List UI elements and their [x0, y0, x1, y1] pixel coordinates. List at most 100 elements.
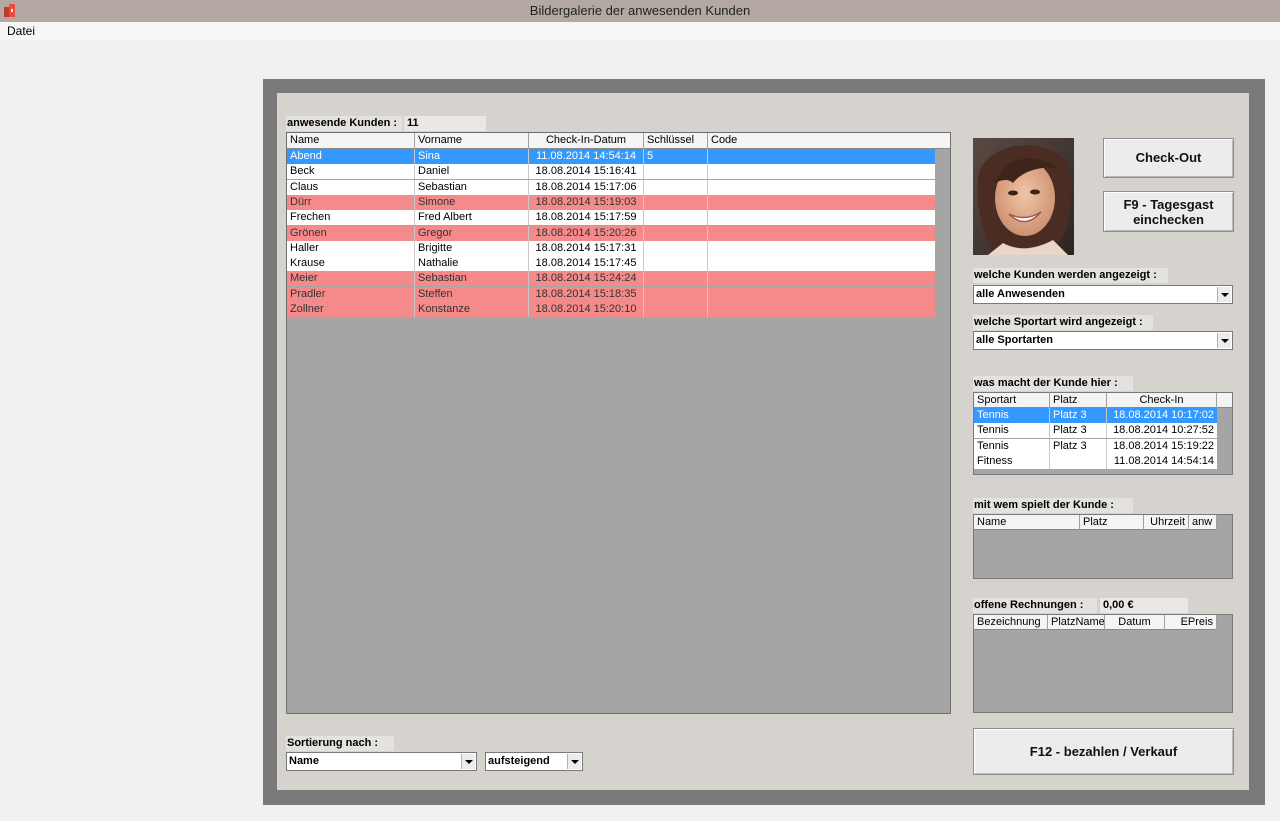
col-invoice-price[interactable]: EPreis: [1165, 615, 1217, 630]
chevron-down-icon[interactable]: [567, 754, 581, 769]
sort-field-select[interactable]: Name: [286, 752, 477, 771]
partners-grid[interactable]: Name Platz Uhrzeit anw: [973, 514, 1233, 579]
col-partner-platz[interactable]: Platz: [1080, 515, 1144, 530]
cell-checkin: 11.08.2014 14:54:14: [529, 149, 644, 164]
cell-vorname: Brigitte: [415, 240, 529, 256]
cell-vorname: Konstanze: [415, 302, 529, 317]
col-partner-name[interactable]: Name: [974, 515, 1080, 530]
col-invoice-court[interactable]: PlatzName: [1048, 615, 1105, 630]
col-invoice-date[interactable]: Datum: [1105, 615, 1165, 630]
cell-sport: Tennis: [974, 408, 1050, 423]
cell-key: [644, 164, 708, 180]
sport-filter-label: welche Sportart wird angezeigt :: [973, 315, 1153, 330]
cell-vorname: Steffen: [415, 286, 529, 302]
sort-direction-value: aufsteigend: [488, 755, 550, 767]
customer-grid-header: Name Vorname Check-In-Datum Schlüssel Co…: [287, 133, 950, 149]
table-row[interactable]: Zollner Konstanze 18.08.2014 15:20:10: [287, 302, 935, 317]
cell-key: [644, 302, 708, 317]
col-key[interactable]: Schlüssel: [644, 133, 708, 149]
table-row[interactable]: Meier Sebastian 18.08.2014 15:24:24: [287, 271, 935, 287]
cell-checkin: 18.08.2014 15:17:45: [529, 256, 644, 272]
customer-filter-label: welche Kunden werden angezeigt :: [973, 268, 1168, 283]
checkout-button[interactable]: Check-Out: [1103, 138, 1234, 178]
cell-key: [644, 271, 708, 287]
list-item[interactable]: Tennis Platz 3 18.08.2014 10:17:02: [974, 408, 1217, 423]
sport-filter-select[interactable]: alle Sportarten: [973, 331, 1233, 350]
sorting-label: Sortierung nach :: [286, 736, 394, 751]
cell-key: [644, 210, 708, 226]
col-code[interactable]: Code: [708, 133, 935, 149]
cell-vorname: Simone: [415, 194, 529, 210]
cell-code: [708, 302, 935, 317]
cell-code: [708, 149, 935, 164]
cell-checkin: 18.08.2014 15:18:35: [529, 286, 644, 302]
col-name[interactable]: Name: [287, 133, 415, 149]
col-sport[interactable]: Sportart: [974, 393, 1050, 408]
cell-checkin: 18.08.2014 15:17:06: [529, 179, 644, 195]
activity-grid[interactable]: Sportart Platz Check-In Tennis Platz 3 18.…: [973, 392, 1233, 475]
chevron-down-icon[interactable]: [1217, 333, 1231, 348]
pay-button[interactable]: F12 - bezahlen / Verkauf: [973, 728, 1234, 775]
col-partner-time[interactable]: Uhrzeit: [1144, 515, 1189, 530]
chevron-down-icon[interactable]: [461, 754, 475, 769]
window-title: Bildergalerie der anwesenden Kunden: [529, 3, 751, 18]
customer-filter-value: alle Anwesenden: [976, 288, 1065, 300]
menu-bar: Datei: [0, 22, 1280, 40]
activity-label: was macht der Kunde hier :: [973, 376, 1133, 391]
sport-filter-value: alle Sportarten: [976, 334, 1054, 346]
table-row[interactable]: Pradler Steffen 18.08.2014 15:18:35: [287, 286, 935, 302]
table-row[interactable]: Beck Daniel 18.08.2014 15:16:41: [287, 164, 935, 180]
table-row[interactable]: Claus Sebastian 18.08.2014 15:17:06: [287, 179, 935, 195]
cell-vorname: Sebastian: [415, 271, 529, 287]
table-row[interactable]: Krause Nathalie 18.08.2014 15:17:45: [287, 256, 935, 272]
list-item[interactable]: Tennis Platz 3 18.08.2014 10:27:52: [974, 423, 1217, 439]
col-platz[interactable]: Platz: [1050, 393, 1107, 408]
cell-platz: Platz 3: [1050, 438, 1107, 454]
table-row[interactable]: Grönen Gregor 18.08.2014 15:20:26: [287, 225, 935, 241]
cell-sport: Tennis: [974, 438, 1050, 454]
table-row[interactable]: Abend Sina 11.08.2014 14:54:14 5: [287, 149, 935, 164]
cell-checkin: 18.08.2014 15:20:10: [529, 302, 644, 317]
title-bar: Bildergalerie der anwesenden Kunden: [0, 0, 1280, 22]
cell-checkin: 18.08.2014 10:17:02: [1113, 409, 1214, 421]
activity-grid-header: Sportart Platz Check-In: [974, 393, 1232, 408]
cell-name: Meier: [287, 271, 415, 287]
cell-vorname: Daniel: [415, 164, 529, 180]
customer-photo-image: [973, 138, 1074, 255]
partners-grid-header: Name Platz Uhrzeit anw: [974, 515, 1217, 530]
table-row[interactable]: Dürr Simone 18.08.2014 15:19:03: [287, 194, 935, 210]
table-row[interactable]: Haller Brigitte 18.08.2014 15:17:31: [287, 240, 935, 256]
cell-name: Dürr: [287, 194, 415, 210]
cell-code: [708, 180, 935, 195]
chevron-down-icon[interactable]: [1217, 287, 1231, 302]
col-activity-checkin[interactable]: Check-In: [1107, 393, 1217, 408]
cell-name: Claus: [287, 179, 415, 195]
cell-checkin: 18.08.2014 15:19:22: [1113, 439, 1214, 452]
cell-checkin: 18.08.2014 15:19:03: [529, 194, 644, 210]
customer-grid[interactable]: Name Vorname Check-In-Datum Schlüssel Co…: [286, 132, 951, 714]
customer-filter-select[interactable]: alle Anwesenden: [973, 285, 1233, 304]
col-invoice-desc[interactable]: Bezeichnung: [974, 615, 1048, 630]
cell-name: Beck: [287, 164, 415, 180]
cell-vorname: Sina: [415, 149, 529, 164]
cell-checkin: 18.08.2014 15:20:26: [529, 225, 644, 241]
cell-code: [708, 271, 935, 286]
cell-checkin: 11.08.2014 14:54:14: [1113, 454, 1214, 467]
col-vorname[interactable]: Vorname: [415, 133, 529, 149]
sort-direction-select[interactable]: aufsteigend: [485, 752, 583, 771]
sort-field-value: Name: [289, 755, 319, 767]
cell-platz: Platz 3: [1050, 423, 1107, 439]
list-item[interactable]: Tennis Platz 3 18.08.2014 15:19:22: [974, 438, 1217, 454]
cell-name: Grönen: [287, 225, 415, 241]
cell-key: [644, 240, 708, 256]
col-checkin[interactable]: Check-In-Datum: [529, 133, 644, 149]
table-row[interactable]: Frechen Fred Albert 18.08.2014 15:17:59: [287, 210, 935, 226]
cell-code: [708, 287, 935, 302]
cell-name: Pradler: [287, 286, 415, 302]
col-partner-present[interactable]: anw: [1189, 515, 1217, 530]
day-guest-line2: einchecken: [1133, 212, 1204, 227]
day-guest-checkin-button[interactable]: F9 - Tagesgast einchecken: [1103, 191, 1234, 232]
list-item[interactable]: Fitness 11.08.2014 14:54:14: [974, 453, 1217, 469]
menu-file[interactable]: Datei: [7, 24, 35, 38]
invoices-grid[interactable]: Bezeichnung PlatzName Datum EPreis: [973, 614, 1233, 713]
